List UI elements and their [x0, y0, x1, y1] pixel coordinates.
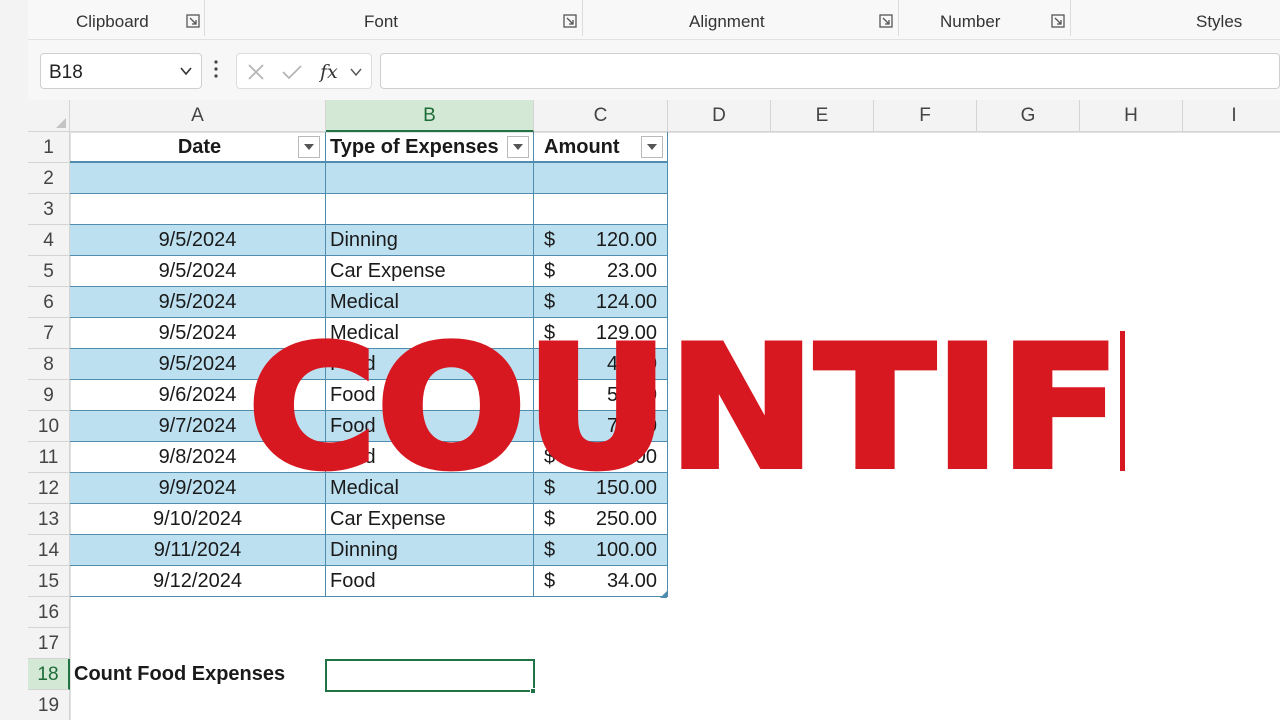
row-header-7[interactable]: 7 — [28, 318, 70, 349]
filter-arrow-icon — [513, 144, 523, 150]
amount-cell[interactable]: $150.00 — [534, 473, 668, 504]
amount-cell[interactable]: $34.00 — [534, 566, 668, 597]
table-header-amount-label: Amount — [544, 136, 620, 158]
clipboard-launcher-icon[interactable] — [186, 14, 200, 28]
type-cell[interactable]: Car Expense — [326, 256, 534, 287]
row-header-12[interactable]: 12 — [28, 473, 70, 504]
row-header-8[interactable]: 8 — [28, 349, 70, 380]
filter-arrow-icon — [304, 144, 314, 150]
chevron-down-icon[interactable] — [179, 64, 193, 78]
amount-cell[interactable]: $250.00 — [534, 504, 668, 535]
select-all-corner[interactable] — [28, 100, 70, 132]
number-launcher-icon[interactable] — [1051, 14, 1065, 28]
row-header-11[interactable]: 11 — [28, 442, 70, 473]
ribbon-group-font: Font — [364, 12, 399, 31]
enter-check-icon[interactable] — [281, 63, 303, 81]
column-header-i[interactable]: I — [1183, 100, 1280, 132]
ribbon-group-number: Number — [940, 12, 1001, 31]
row-header-5[interactable]: 5 — [28, 256, 70, 287]
row-header-19[interactable]: 19 — [28, 690, 70, 720]
insert-function-icon[interactable]: fx — [319, 60, 345, 84]
row-header-1[interactable]: 1 — [28, 132, 70, 163]
table-cell[interactable] — [326, 194, 534, 225]
ribbon-group-styles: Styles — [1196, 12, 1243, 31]
ribbon-group-alignment: Alignment — [689, 12, 765, 31]
table-cell[interactable] — [534, 194, 668, 225]
row-header-10[interactable]: 10 — [28, 411, 70, 442]
fill-handle[interactable] — [530, 688, 536, 694]
date-cell[interactable]: 9/5/2024 — [70, 287, 326, 318]
svg-text:fx: fx — [319, 61, 338, 83]
active-cell-b18[interactable] — [325, 659, 535, 692]
row-header-13[interactable]: 13 — [28, 504, 70, 535]
table-cell[interactable] — [70, 163, 326, 194]
name-box[interactable]: B18 — [40, 53, 202, 89]
countif-title-text: COUNTIF — [248, 326, 1120, 476]
column-header-h[interactable]: H — [1080, 100, 1183, 132]
date-cell[interactable]: 9/5/2024 — [70, 225, 326, 256]
filter-dropdown-date[interactable] — [298, 136, 320, 158]
ribbon-group-clipboard: Clipboard — [76, 12, 149, 31]
row-header-15[interactable]: 15 — [28, 566, 70, 597]
table-resize-handle-icon[interactable] — [660, 591, 667, 598]
type-cell[interactable]: Medical — [326, 473, 534, 504]
text-cursor-bar — [1120, 331, 1125, 471]
column-header-b[interactable]: B — [326, 100, 534, 132]
formula-controls: fx — [236, 53, 372, 89]
font-launcher-icon[interactable] — [563, 14, 577, 28]
more-options-icon[interactable] — [214, 58, 218, 80]
row-header-9[interactable]: 9 — [28, 380, 70, 411]
formula-bar-row: B18 fx — [28, 40, 1280, 100]
ribbon-group-labels: Clipboard Font Alignment Number Styles — [28, 0, 1280, 40]
amount-cell[interactable]: $100.00 — [534, 535, 668, 566]
row-header-2[interactable]: 2 — [28, 163, 70, 194]
formula-input[interactable] — [380, 53, 1280, 89]
table-header-date[interactable]: Date — [70, 132, 326, 163]
row-header-16[interactable]: 16 — [28, 597, 70, 628]
type-cell[interactable]: Food — [326, 566, 534, 597]
chevron-down-icon[interactable] — [349, 66, 363, 78]
date-cell[interactable]: 9/10/2024 — [70, 504, 326, 535]
table-header-type[interactable]: Type of Expenses — [326, 132, 534, 163]
column-header-e[interactable]: E — [771, 100, 874, 132]
amount-cell[interactable]: $120.00 — [534, 225, 668, 256]
table-cell[interactable] — [70, 194, 326, 225]
filter-dropdown-type[interactable] — [507, 136, 529, 158]
alignment-launcher-icon[interactable] — [879, 14, 893, 28]
type-cell[interactable]: Dinning — [326, 225, 534, 256]
table-header-type-label: Type of Expenses — [330, 136, 499, 158]
column-header-d[interactable]: D — [668, 100, 771, 132]
type-cell[interactable]: Dinning — [326, 535, 534, 566]
row-header-14[interactable]: 14 — [28, 535, 70, 566]
column-header-f[interactable]: F — [874, 100, 977, 132]
date-cell[interactable]: 9/9/2024 — [70, 473, 326, 504]
amount-cell[interactable]: $23.00 — [534, 256, 668, 287]
date-cell[interactable]: 9/12/2024 — [70, 566, 326, 597]
type-cell[interactable]: Car Expense — [326, 504, 534, 535]
window-left-edge — [0, 0, 28, 720]
row-header-3[interactable]: 3 — [28, 194, 70, 225]
row-header-18[interactable]: 18 — [28, 659, 70, 690]
date-cell[interactable]: 9/5/2024 — [70, 256, 326, 287]
date-cell[interactable]: 9/11/2024 — [70, 535, 326, 566]
row-header-17[interactable]: 17 — [28, 628, 70, 659]
row-header-4[interactable]: 4 — [28, 225, 70, 256]
column-header-g[interactable]: G — [977, 100, 1080, 132]
filter-dropdown-amount[interactable] — [641, 136, 663, 158]
name-box-value: B18 — [49, 62, 83, 83]
filter-arrow-icon — [647, 144, 657, 150]
amount-cell[interactable]: $124.00 — [534, 287, 668, 318]
column-header-c[interactable]: C — [534, 100, 668, 132]
row-header-6[interactable]: 6 — [28, 287, 70, 318]
count-food-label: Count Food Expenses — [74, 663, 286, 685]
table-header-date-label: Date — [177, 136, 222, 158]
countif-overlay-title: COUNTIF — [245, 326, 1123, 476]
table-cell[interactable] — [534, 163, 668, 194]
table-cell[interactable] — [326, 163, 534, 194]
column-header-a[interactable]: A — [70, 100, 326, 132]
type-cell[interactable]: Medical — [326, 287, 534, 318]
cancel-icon[interactable] — [247, 63, 265, 81]
